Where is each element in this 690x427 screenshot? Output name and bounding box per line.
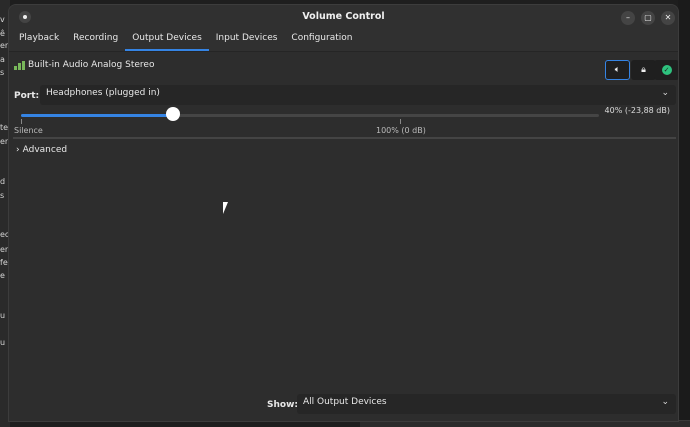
chevron-down-icon: ⌄ [661, 397, 669, 407]
volume-slider-track[interactable] [21, 114, 599, 117]
tab-bar: Playback Recording Output Devices Input … [9, 30, 678, 52]
show-filter-value: All Output Devices [303, 397, 387, 407]
checkmark-icon: ✓ [661, 65, 672, 75]
chevron-down-icon: ⌄ [661, 88, 669, 98]
minimize-icon[interactable]: – [621, 11, 635, 25]
device-name: Built-in Audio Analog Stereo [28, 60, 155, 70]
set-default-button[interactable]: ✓ [654, 60, 678, 80]
mute-toggle-button[interactable]: 🔈︎ [605, 60, 630, 80]
output-devices-panel: Built-in Audio Analog Stereo 🔈︎ 🔒︎ ✓ Por… [9, 52, 678, 421]
tab-playback[interactable]: Playback [12, 30, 66, 51]
chevron-right-icon: › [16, 145, 20, 155]
background-window-edge-right [678, 0, 690, 427]
volume-readout: 40% (-23,88 dB) [604, 106, 670, 115]
maximize-icon[interactable]: ▢ [641, 11, 655, 25]
lock-channels-button[interactable]: 🔒︎ [631, 60, 656, 80]
tab-configuration[interactable]: Configuration [284, 30, 359, 51]
window-title: Volume Control [302, 11, 385, 22]
silence-tick [21, 119, 22, 124]
port-value: Headphones (plugged in) [46, 88, 160, 98]
close-icon[interactable]: ✕ [661, 11, 675, 25]
show-filter-select[interactable]: All Output Devices ⌄ [297, 394, 676, 414]
device-header: Built-in Audio Analog Stereo [14, 60, 154, 70]
volume-control-window: Volume Control – ▢ ✕ Playback Recording … [8, 4, 679, 422]
port-select[interactable]: Headphones (plugged in) ⌄ [40, 85, 676, 105]
advanced-label: Advanced [22, 145, 68, 155]
full-volume-tick [400, 119, 401, 124]
port-label: Port: [14, 91, 40, 101]
audio-card-icon [14, 60, 25, 70]
show-label: Show: [267, 400, 298, 410]
tab-input-devices[interactable]: Input Devices [209, 30, 285, 51]
separator [13, 137, 676, 139]
tab-recording[interactable]: Recording [66, 30, 125, 51]
full-volume-mark-label: 100% (0 dB) [376, 126, 426, 135]
speaker-icon: 🔈︎ [614, 65, 621, 75]
volume-slider-handle[interactable] [165, 107, 180, 121]
lock-icon: 🔒︎ [641, 65, 646, 75]
mouse-pointer-icon [223, 202, 233, 214]
advanced-expander[interactable]: › Advanced [16, 145, 67, 155]
tab-output-devices[interactable]: Output Devices [125, 30, 209, 51]
titlebar: Volume Control – ▢ ✕ [9, 5, 678, 30]
silence-mark-label: Silence [14, 126, 43, 135]
volume-slider-fill [21, 114, 173, 117]
